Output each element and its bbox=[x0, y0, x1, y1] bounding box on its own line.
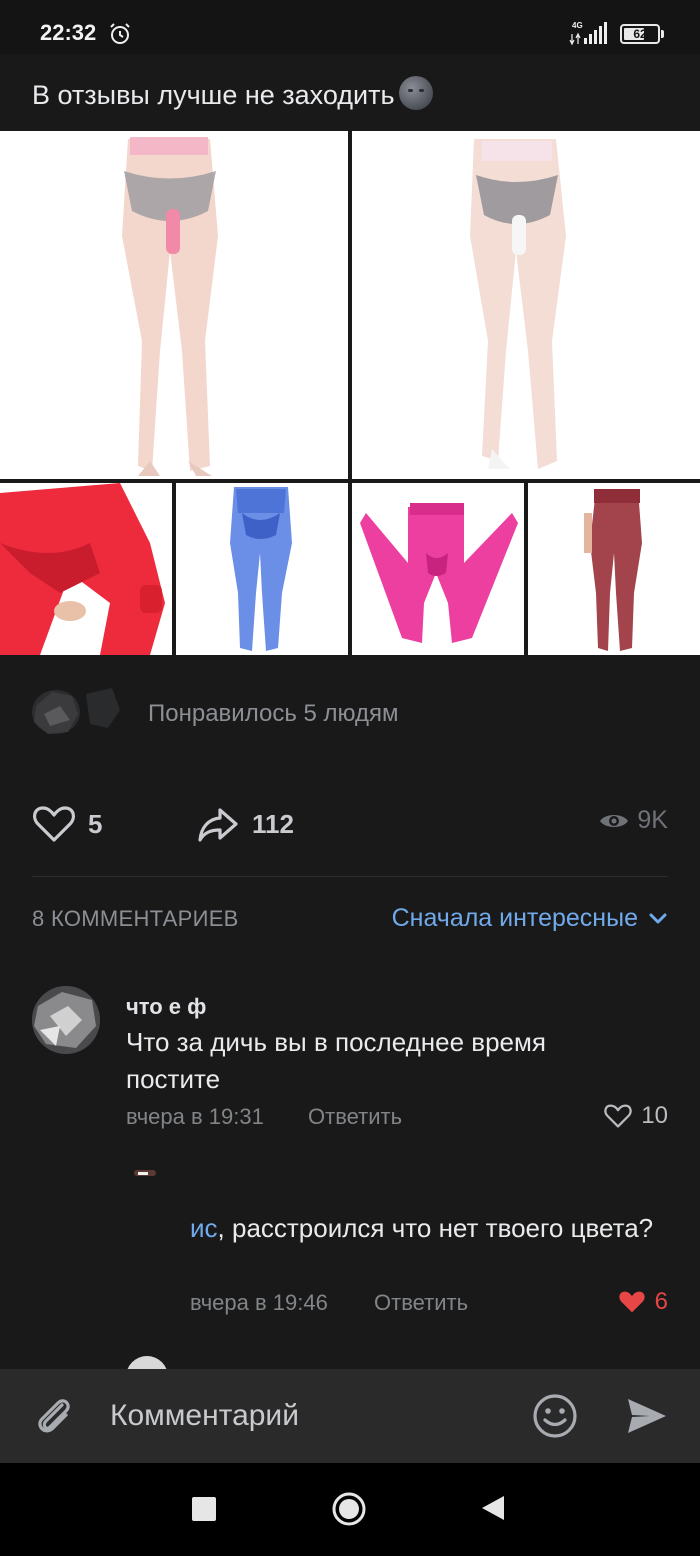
share-icon bbox=[198, 808, 238, 842]
network-label: 4G bbox=[572, 21, 583, 30]
share-count: 112 bbox=[252, 808, 294, 839]
heart-outline-icon bbox=[32, 806, 76, 842]
comment-2-text: ис, расстроился что нет твоего цвета? bbox=[190, 1210, 670, 1247]
comment-1-author[interactable]: что е ф bbox=[126, 994, 206, 1020]
comment-2-mention[interactable]: ис bbox=[190, 1213, 218, 1243]
photo-1-image bbox=[0, 131, 348, 479]
battery-level: 62 bbox=[633, 27, 647, 41]
comments-count: 8 КОММЕНТАРИЕВ bbox=[32, 906, 239, 931]
alarm-icon bbox=[110, 23, 130, 44]
avatar-image bbox=[134, 1170, 156, 1176]
photo-3[interactable] bbox=[0, 483, 172, 655]
comment-input[interactable] bbox=[110, 1393, 510, 1439]
liked-by-avatars-image bbox=[32, 688, 120, 734]
heart-filled-icon bbox=[619, 1291, 645, 1313]
comments-sort-dropdown[interactable]: Сначала интересные bbox=[392, 904, 668, 933]
photo-5[interactable] bbox=[352, 483, 524, 655]
photo-4-image bbox=[176, 483, 348, 655]
photo-5-image bbox=[352, 483, 524, 655]
heart-outline-icon bbox=[604, 1104, 633, 1128]
back-button[interactable] bbox=[478, 1493, 508, 1523]
share-button[interactable]: 112 bbox=[196, 802, 294, 846]
emoji-icon[interactable] bbox=[530, 1391, 580, 1441]
views-indicator: 9K bbox=[599, 806, 668, 835]
photo-6-image bbox=[528, 483, 700, 655]
divider bbox=[32, 876, 668, 877]
comment-2-like-button[interactable]: 6 bbox=[617, 1288, 668, 1316]
post-text: В отзывы лучше не заходить bbox=[32, 76, 433, 111]
comment-2-like-count: 6 bbox=[654, 1288, 668, 1315]
recent-apps-button[interactable] bbox=[192, 1497, 216, 1521]
photo-1[interactable] bbox=[0, 131, 348, 479]
comment-1-like-button[interactable]: 10 bbox=[603, 1102, 668, 1130]
comment-2-reply-button[interactable]: Ответить bbox=[374, 1290, 468, 1316]
photo-2[interactable] bbox=[352, 131, 700, 479]
home-button[interactable] bbox=[331, 1491, 367, 1527]
post-text-content: В отзывы лучше не заходить bbox=[32, 80, 395, 110]
battery-indicator: 62 bbox=[620, 24, 660, 44]
comment-2-date: вчера в 19:46 bbox=[190, 1290, 328, 1315]
photo-2-image bbox=[352, 131, 700, 479]
views-count: 9K bbox=[637, 806, 668, 834]
photo-3-image bbox=[0, 483, 172, 655]
comment-2-text-content: , расстроился что нет твоего цвета? bbox=[217, 1213, 654, 1243]
comment-1-date: вчера в 19:31 bbox=[126, 1104, 264, 1129]
eye-icon bbox=[600, 814, 629, 827]
comment-1-avatar[interactable] bbox=[32, 986, 100, 1054]
comment-1-like-count: 10 bbox=[641, 1102, 668, 1129]
like-button[interactable]: 5 bbox=[32, 802, 102, 846]
liked-by-avatars[interactable] bbox=[30, 684, 122, 742]
battery-tip bbox=[661, 30, 664, 38]
sort-label: Сначала интересные bbox=[391, 904, 638, 932]
send-icon[interactable] bbox=[622, 1391, 672, 1441]
system-nav-bar bbox=[0, 1463, 700, 1556]
new-moon-face-emoji-icon bbox=[398, 76, 433, 110]
comment-2-avatar[interactable] bbox=[126, 1162, 168, 1204]
signal-icon: 4G bbox=[569, 21, 607, 46]
avatar-image bbox=[32, 986, 100, 1054]
status-bar: 22:32 4G 62 bbox=[0, 0, 700, 54]
status-time: 22:32 bbox=[40, 20, 97, 45]
comment-1-reply-button[interactable]: Ответить bbox=[308, 1104, 402, 1130]
liked-by-text[interactable]: Понравилось 5 людям bbox=[148, 700, 399, 728]
photo-grid bbox=[0, 131, 700, 657]
photo-4[interactable] bbox=[176, 483, 348, 655]
chevron-down-icon bbox=[649, 913, 667, 923]
comment-1-text: Что за дичь вы в последнее время постите bbox=[126, 1027, 546, 1094]
like-count: 5 bbox=[88, 808, 103, 839]
comment-composer bbox=[0, 1369, 700, 1463]
paperclip-icon[interactable] bbox=[30, 1391, 80, 1441]
photo-6[interactable] bbox=[528, 483, 700, 655]
